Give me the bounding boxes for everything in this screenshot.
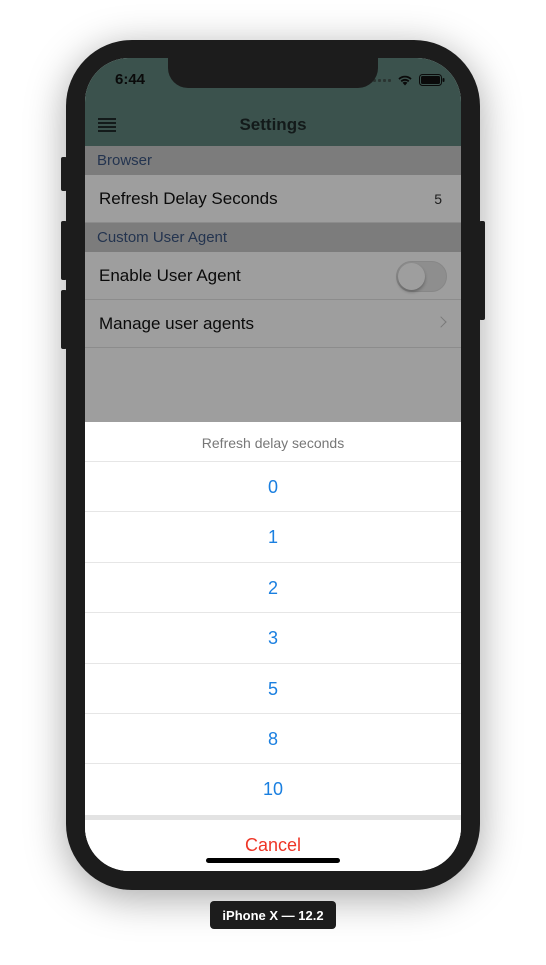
action-sheet-options: 0 1 2 3 5 8 10: [85, 462, 461, 815]
action-sheet-option[interactable]: 10: [85, 764, 461, 815]
action-sheet-option[interactable]: 2: [85, 562, 461, 614]
action-sheet-title: Refresh delay seconds: [85, 422, 461, 462]
home-indicator: [206, 858, 340, 863]
action-sheet: Refresh delay seconds 0 1 2 3 5 8 10 Cancel: [85, 422, 461, 871]
volume-down-button: [61, 290, 67, 349]
notch: [168, 58, 378, 88]
action-sheet-option[interactable]: 3: [85, 613, 461, 664]
cancel-button[interactable]: Cancel: [85, 820, 461, 871]
action-sheet-option[interactable]: 8: [85, 713, 461, 765]
mute-switch: [61, 157, 67, 191]
power-button: [479, 221, 485, 320]
device-label: iPhone X — 12.2: [210, 901, 336, 929]
screen: 6:44 Settings Browser Refresh Delay Seco…: [85, 58, 461, 871]
action-sheet-option[interactable]: 5: [85, 663, 461, 714]
volume-up-button: [61, 221, 67, 280]
action-sheet-option[interactable]: 0: [85, 462, 461, 513]
action-sheet-option[interactable]: 1: [85, 512, 461, 563]
